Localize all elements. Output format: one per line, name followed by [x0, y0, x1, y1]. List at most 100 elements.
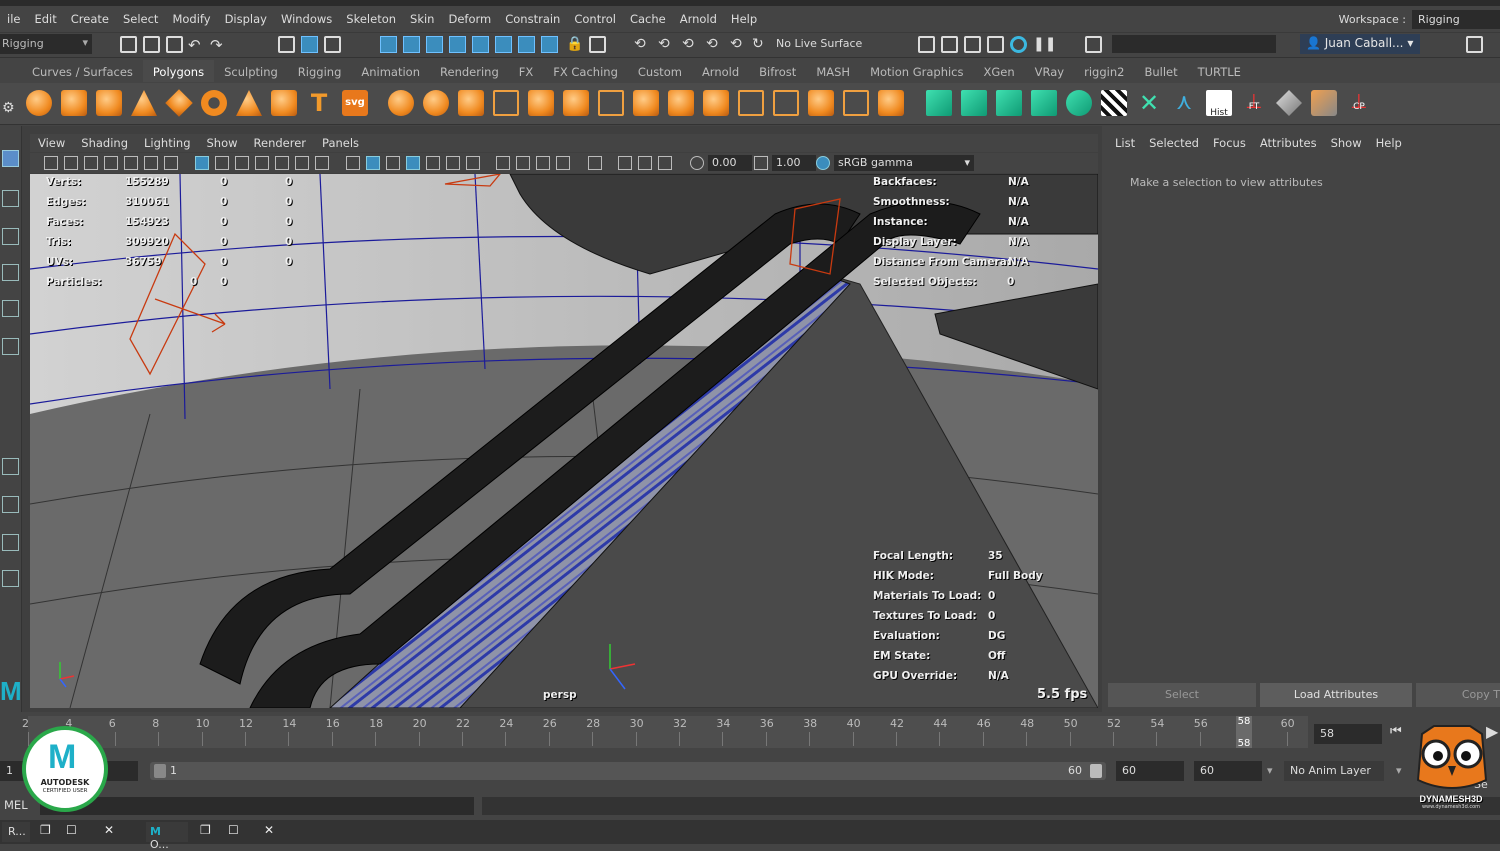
chevron-down-icon[interactable]: ▾ [1396, 764, 1402, 777]
select-component-icon[interactable] [324, 36, 341, 53]
shelf-tab-animation[interactable]: Animation [351, 60, 430, 82]
grid-icon[interactable] [164, 156, 178, 170]
menu-edit[interactable]: Edit [27, 12, 63, 26]
attr-menu-attributes[interactable]: Attributes [1253, 136, 1324, 150]
refresh-icon[interactable]: ↻ [752, 36, 769, 53]
output-lines-icon[interactable]: ⟲ [682, 36, 699, 53]
attr-menu-help[interactable]: Help [1369, 136, 1409, 150]
menu-modify[interactable]: Modify [165, 12, 217, 26]
poly-text-icon[interactable]: T [306, 90, 332, 116]
select-input-icon[interactable] [1085, 36, 1102, 53]
shelf-tab-bifrost[interactable]: Bifrost [749, 60, 806, 82]
viewport-menu-lighting[interactable]: Lighting [136, 136, 198, 150]
fill-hole-icon[interactable] [668, 90, 694, 116]
motion-blur-icon[interactable] [516, 156, 530, 170]
snap-vertex-icon[interactable] [495, 36, 512, 53]
combine-icon[interactable] [388, 90, 414, 116]
shelf-tab-sculpting[interactable]: Sculpting [214, 60, 288, 82]
insert-edge-loop-icon[interactable] [773, 90, 799, 116]
history-icon[interactable]: ⟲ [706, 36, 723, 53]
load-attributes-button[interactable]: Load Attributes [1260, 683, 1412, 707]
render-frame-icon[interactable] [941, 36, 958, 53]
separate-icon[interactable] [423, 90, 449, 116]
new-scene-icon[interactable] [120, 36, 137, 53]
close-icon[interactable]: ✕ [264, 823, 274, 837]
grease-pencil-icon[interactable] [144, 156, 158, 170]
shelf-tab-motion-graphics[interactable]: Motion Graphics [860, 60, 973, 82]
magnet-icon[interactable] [589, 36, 606, 53]
sidebar-toggle-icon[interactable] [1466, 36, 1483, 53]
bevel-icon[interactable] [633, 90, 659, 116]
append-polygon-icon[interactable] [703, 90, 729, 116]
xray-joints-icon[interactable] [618, 156, 632, 170]
rotate-tool-icon[interactable] [2, 300, 19, 317]
live-surface-button[interactable]: No Live Surface [772, 35, 876, 53]
shelf-tab-bullet[interactable]: Bullet [1134, 60, 1187, 82]
multi-cut-icon[interactable] [738, 90, 764, 116]
hypershade-icon[interactable] [1010, 36, 1027, 53]
snap-view-plane-icon[interactable] [449, 36, 466, 53]
menu-constrain[interactable]: Constrain [498, 12, 567, 26]
lock-icon[interactable]: 🔒 [566, 36, 583, 53]
exposure-icon[interactable] [690, 156, 704, 170]
range-slider[interactable]: 1 60 [150, 762, 1106, 780]
cube-rig-icon[interactable] [1311, 90, 1337, 116]
move-tool-icon[interactable] [2, 264, 19, 281]
menu-help[interactable]: Help [724, 12, 764, 26]
user-account-button[interactable]: 👤 Juan Caball... ▾ [1300, 34, 1420, 54]
current-frame-marker[interactable]: 58 58 [1236, 716, 1252, 749]
attr-menu-show[interactable]: Show [1324, 136, 1369, 150]
magnet-snap-icon[interactable]: ⟲ [730, 36, 747, 53]
attr-menu-focus[interactable]: Focus [1206, 136, 1253, 150]
automatic-uv-icon[interactable] [1031, 90, 1057, 116]
attr-menu-list[interactable]: List [1108, 136, 1142, 150]
shadows-icon[interactable] [466, 156, 480, 170]
poly-cylinder-icon[interactable] [96, 90, 122, 116]
xray-icon[interactable] [406, 156, 420, 170]
gamma-icon[interactable] [754, 156, 768, 170]
wireframe-on-shaded-icon[interactable] [386, 156, 400, 170]
scale-tool-icon[interactable] [2, 338, 19, 355]
menuset-dropdown[interactable]: Rigging ▾ [0, 34, 92, 54]
planar-uv-icon[interactable] [926, 90, 952, 116]
image-plane-icon[interactable] [104, 156, 118, 170]
color-management-icon[interactable] [816, 156, 830, 170]
poly-torus-icon[interactable] [201, 90, 227, 116]
quick-select-field[interactable] [1112, 35, 1276, 53]
shelf-tab-xgen[interactable]: XGen [974, 60, 1025, 82]
shelf-tab-rigging[interactable]: Rigging [288, 60, 352, 82]
shelf-tab-fx-caching[interactable]: FX Caching [543, 60, 628, 82]
snap-curve-icon[interactable] [403, 36, 420, 53]
bridge-icon[interactable] [598, 90, 624, 116]
grid-toggle-icon[interactable] [195, 156, 209, 170]
range-end-handle[interactable] [1090, 764, 1102, 778]
select-object-icon[interactable] [301, 36, 318, 53]
reduce-icon[interactable] [528, 90, 554, 116]
attr-menu-selected[interactable]: Selected [1142, 136, 1206, 150]
viewport-menu-view[interactable]: View [30, 136, 73, 150]
safe-title-icon[interactable] [315, 156, 329, 170]
undo-icon[interactable]: ↶ [188, 36, 205, 54]
mel-input[interactable] [40, 797, 474, 815]
menu-skeleton[interactable]: Skeleton [339, 12, 403, 26]
four-view-layout-icon[interactable] [2, 496, 19, 513]
safe-action-icon[interactable] [295, 156, 309, 170]
snap-edge-icon[interactable] [518, 36, 535, 53]
lasso-tool-icon[interactable] [2, 190, 19, 207]
ik-handle-icon[interactable]: ⋏ [1171, 90, 1197, 116]
chevron-down-icon[interactable]: ▾ [1267, 764, 1273, 777]
menu-display[interactable]: Display [218, 12, 274, 26]
joint-tool-icon[interactable]: ✕ [1136, 90, 1162, 116]
construction-history-icon[interactable]: ⟲ [634, 36, 651, 53]
use-lights-icon[interactable] [446, 156, 460, 170]
resolution-gate-icon[interactable] [235, 156, 249, 170]
film-gate-icon[interactable] [215, 156, 229, 170]
textured-icon[interactable] [426, 156, 440, 170]
shelf-tab-vray[interactable]: VRay [1025, 60, 1074, 82]
restore-icon[interactable]: ❐ [40, 823, 51, 837]
snap-grid-icon[interactable] [380, 36, 397, 53]
gate-mask-icon[interactable] [255, 156, 269, 170]
3d-viewport[interactable]: Verts: 155289 0 0 Edges: 310061 0 0 Faces: 154923… [30, 174, 1098, 708]
range-start-handle[interactable] [154, 764, 166, 778]
end-time-field[interactable]: 60 [1116, 761, 1184, 781]
